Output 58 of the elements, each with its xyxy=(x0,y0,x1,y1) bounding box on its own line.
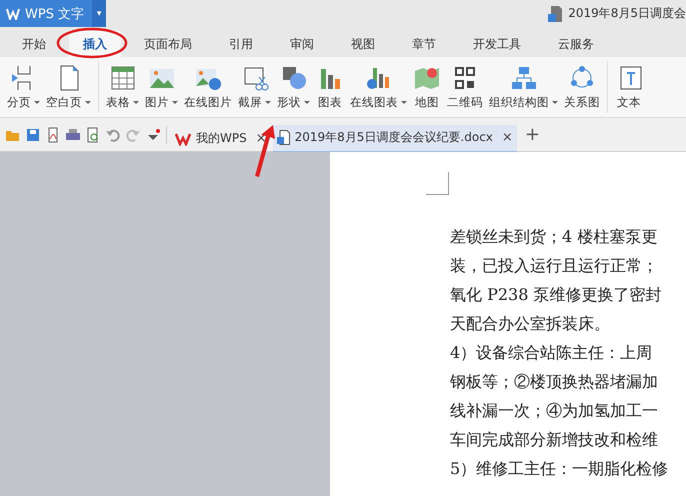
ribbon-tab[interactable]: 视图 xyxy=(337,31,389,57)
document-text-line: 装，已投入运行且运行正常； xyxy=(450,255,659,277)
ribbon-button[interactable]: 截屏 xyxy=(235,64,274,110)
ribbon-tab[interactable]: 页面布局 xyxy=(130,31,206,57)
close-tab-button[interactable]: × xyxy=(502,130,513,145)
ribbon-tab[interactable]: 开发工具 xyxy=(459,31,535,57)
relation-icon xyxy=(568,64,596,90)
document-tab-label: 我的WPS xyxy=(196,130,247,147)
ribbon-tab[interactable]: 章节 xyxy=(398,31,450,57)
ribbon-button[interactable]: 组织结构图 xyxy=(486,64,561,110)
ribbon-button[interactable]: 图表 xyxy=(313,64,347,110)
ribbon-button[interactable]: 形状 xyxy=(274,64,313,110)
app-dropdown-button[interactable]: ▾ xyxy=(92,0,106,27)
ribbon-tab[interactable]: 引用 xyxy=(215,31,267,57)
document-text-line: 4）设备综合站陈主任：上周 xyxy=(450,342,654,364)
dropdown-caret-icon xyxy=(552,100,558,104)
document-text-line: 线补漏一次；④为加氢加工一 xyxy=(450,400,659,422)
document-text-line: 差锁丝未到货；4 楼柱塞泵更 xyxy=(450,226,658,248)
margin-corner-mark xyxy=(426,172,449,195)
ribbon-button[interactable]: 文本 xyxy=(612,64,646,110)
ribbon-tab[interactable]: 审阅 xyxy=(276,31,328,57)
dropdown-caret-icon xyxy=(133,100,139,104)
dropdown-caret-icon xyxy=(265,100,271,104)
new-tab-button[interactable]: + xyxy=(524,124,540,145)
app-menu-button[interactable]: WPS 文字 xyxy=(0,0,92,27)
ribbon-button[interactable]: 在线图表 xyxy=(347,64,410,110)
ribbon-button[interactable]: 关系图 xyxy=(561,64,603,110)
table-icon xyxy=(108,64,136,90)
document-tab[interactable]: 2019年8月5日调度会会议纪要.docx × xyxy=(272,124,517,152)
dropdown-caret-icon xyxy=(85,100,91,104)
dropdown-caret-icon xyxy=(172,100,178,104)
dropdown-caret-icon xyxy=(34,100,40,104)
ribbon-button[interactable]: 空白页 xyxy=(43,64,94,110)
ribbon-tab[interactable]: 开始 xyxy=(8,31,60,57)
ribbon-button[interactable]: 二维码 xyxy=(444,64,486,110)
document-text-line: 钢板等；②楼顶换热器堵漏加 xyxy=(450,371,659,393)
arrow-annotation xyxy=(253,124,277,178)
document-text-line: 氧化 P238 泵维修更换了密封 xyxy=(450,284,662,306)
ribbon-tab[interactable]: 云服务 xyxy=(544,31,608,57)
document-icon xyxy=(276,130,290,145)
ribbon-button[interactable]: 表格 xyxy=(103,64,142,110)
w-logo-icon xyxy=(175,132,191,146)
ribbon-button[interactable]: 地图 xyxy=(410,64,444,110)
ribbon-button[interactable]: 分页 xyxy=(4,64,43,110)
orgchart-icon xyxy=(510,64,538,90)
document-text-line: 5）维修工主任：一期脂化检修 xyxy=(450,458,670,480)
ribbon-button[interactable]: 在线图片 xyxy=(181,64,235,110)
document-icon xyxy=(548,6,562,22)
ribbon-button[interactable]: 图片 xyxy=(142,64,181,110)
ellipse-annotation xyxy=(56,27,128,59)
printer-icon xyxy=(65,126,81,142)
logo-icon xyxy=(6,8,20,20)
window-title: 2019年8月5日调度会 xyxy=(568,5,686,22)
dropdown-caret-icon xyxy=(304,100,310,104)
dropdown-caret-icon xyxy=(401,100,407,104)
document-tab-label: 2019年8月5日调度会会议纪要.docx xyxy=(294,129,493,146)
document-text-line: 天配合办公室拆装床。 xyxy=(450,313,611,335)
document-text-line: 车间完成部分新增技改和检维 xyxy=(450,429,659,451)
